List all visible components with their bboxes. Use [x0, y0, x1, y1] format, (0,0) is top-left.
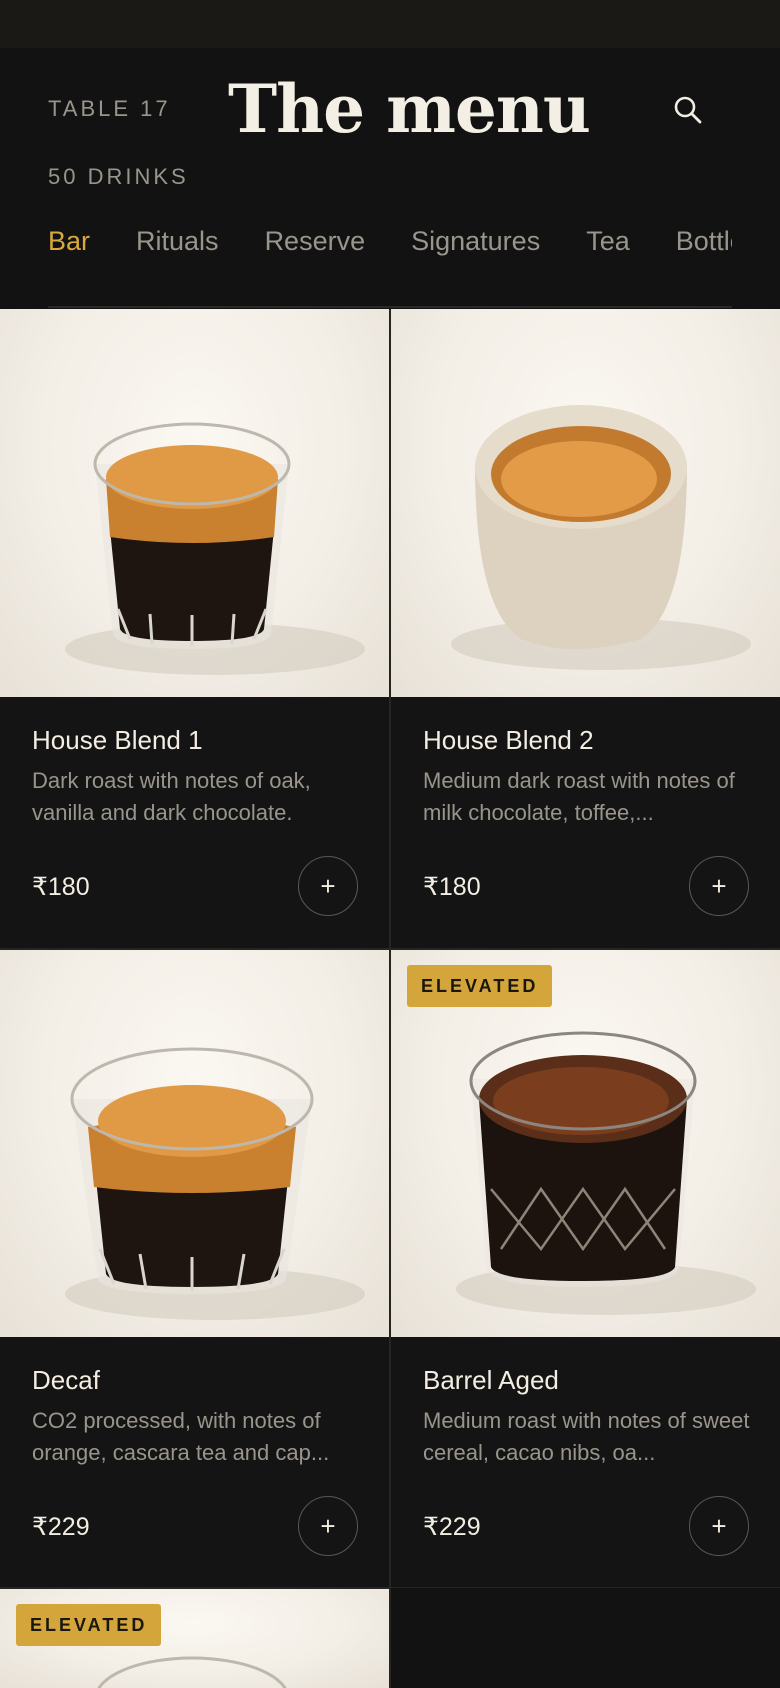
add-button[interactable]: +	[298, 856, 358, 916]
drink-price: ₹229	[32, 1513, 90, 1541]
add-button[interactable]: +	[689, 1496, 749, 1556]
tabs-underline	[48, 306, 732, 308]
tab-bar[interactable]: Bar	[48, 226, 90, 257]
plus-icon: +	[320, 1510, 336, 1541]
tab-reserve[interactable]: Reserve	[265, 226, 366, 257]
menu-card[interactable]: Decaf CO2 processed, with notes of orang…	[0, 949, 389, 1589]
elevated-badge: ELEVATED	[16, 1604, 162, 1646]
drink-name: House Blend 1	[32, 725, 203, 755]
drink-price: ₹180	[423, 873, 481, 901]
menu-header: TABLE 17 The menu 50 DRINKS Bar Rituals Re…	[0, 48, 780, 308]
plus-icon: +	[711, 870, 727, 901]
drink-photo	[0, 949, 389, 1337]
drink-photo	[391, 949, 780, 1337]
tab-rituals[interactable]: Rituals	[136, 226, 219, 257]
drink-photo	[391, 309, 780, 697]
grid-divider-horizontal	[0, 948, 780, 950]
drink-description: Dark roast with notes of oak, vanilla an…	[32, 768, 311, 825]
drink-description: Medium dark roast with notes of milk cho…	[423, 768, 735, 825]
drink-price: ₹229	[423, 1513, 481, 1541]
table-label: TABLE 17	[48, 96, 171, 121]
search-icon	[674, 96, 702, 124]
add-button[interactable]: +	[689, 856, 749, 916]
menu-card[interactable]: House Blend 1 Dark roast with notes of o…	[0, 309, 389, 949]
drink-description: CO2 processed, with notes of orange, cas…	[32, 1408, 330, 1465]
status-strip	[0, 0, 780, 48]
page-title: The menu	[228, 70, 591, 148]
elevated-badge: ELEVATED	[407, 965, 553, 1007]
drink-count: 50 DRINKS	[48, 164, 189, 189]
tab-bottles[interactable]: Bottles	[676, 226, 732, 257]
drink-photo	[0, 309, 389, 697]
tab-tea[interactable]: Tea	[586, 226, 630, 257]
add-button[interactable]: +	[298, 1496, 358, 1556]
tab-signatures[interactable]: Signatures	[411, 226, 540, 257]
grid-divider-vertical	[389, 309, 391, 1688]
menu-card[interactable]: House Blend 2 Medium dark roast with not…	[391, 309, 780, 949]
empty-grid-cell	[391, 1588, 780, 1688]
plus-icon: +	[320, 870, 336, 901]
drink-name: House Blend 2	[423, 725, 594, 755]
menu-card[interactable]: ELEVATED Barrel Aged Medium roast with n…	[391, 949, 780, 1589]
menu-card[interactable]: ELEVATED	[0, 1588, 389, 1688]
drink-name: Decaf	[32, 1365, 100, 1395]
drink-name: Barrel Aged	[423, 1365, 559, 1395]
drink-price: ₹180	[32, 873, 90, 901]
plus-icon: +	[711, 1510, 727, 1541]
search-button[interactable]	[664, 86, 712, 134]
category-tabs: Bar Rituals Reserve Signatures Tea Bottles	[48, 226, 732, 282]
drink-description: Medium roast with notes of sweet cereal,…	[423, 1408, 750, 1465]
